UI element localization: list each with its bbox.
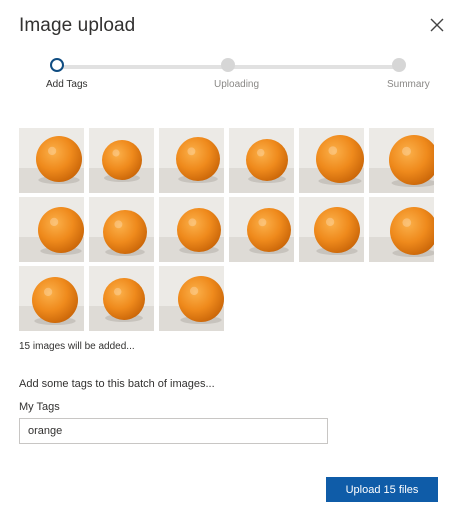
step-summary-label: Summary: [387, 79, 430, 90]
image-thumbnail: [19, 266, 84, 331]
image-thumbnail: [299, 128, 364, 193]
tags-input[interactable]: [19, 418, 328, 444]
step-uploading-label: Uploading: [214, 79, 260, 90]
step-add-tags-dot: [50, 58, 64, 72]
tags-label: My Tags: [19, 401, 60, 413]
image-thumbnail: [229, 197, 294, 262]
image-count-text: 15 images will be added...: [19, 341, 135, 352]
image-thumbnail: [299, 197, 364, 262]
image-thumbnail: [159, 197, 224, 262]
progress-stepper: Add Tags Uploading Summary: [0, 54, 455, 94]
image-thumbnail: [19, 197, 84, 262]
image-thumbnail: [229, 128, 294, 193]
step-summary-dot: [392, 58, 406, 72]
step-add-tags-label: Add Tags: [46, 79, 88, 90]
image-thumbnail: [89, 197, 154, 262]
dialog-title: Image upload: [19, 15, 136, 36]
image-thumbnail: [19, 128, 84, 193]
image-thumbnail: [159, 128, 224, 193]
image-thumbnail: [369, 197, 434, 262]
image-thumbnail: [159, 266, 224, 331]
image-thumbnail: [89, 128, 154, 193]
upload-button[interactable]: Upload 15 files: [326, 477, 438, 502]
close-icon[interactable]: [428, 16, 446, 34]
step-uploading-dot: [221, 58, 235, 72]
tags-prompt: Add some tags to this batch of images...: [19, 378, 215, 390]
image-thumbnail: [369, 128, 434, 193]
image-thumbnail: [89, 266, 154, 331]
